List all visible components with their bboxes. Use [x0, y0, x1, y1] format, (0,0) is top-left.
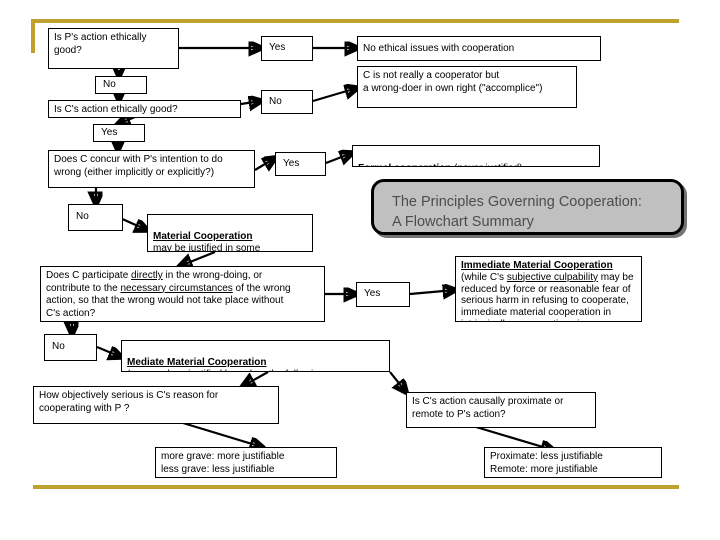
answer-yes-3: Yes	[275, 152, 326, 176]
mediate-qualifier: (more or less justified based on the fol…	[127, 369, 324, 371]
formal-cooperation-qualifier: (never justified)	[451, 163, 522, 167]
participate-necessary-circumstances: necessary circumstances	[120, 282, 233, 294]
flowchart-slide: Is P's action ethically good? Yes No eth…	[0, 0, 720, 540]
frame-rule-left	[31, 19, 35, 53]
outcome-immediate-material-cooperation: Immediate Material Cooperation (while C's…	[455, 256, 642, 322]
question-concur: Does C concur with P's intention to do w…	[48, 150, 255, 188]
question-proximate: Is C's action causally proximate or remo…	[406, 392, 596, 428]
question-seriousness: How objectively serious is C's reason fo…	[33, 386, 279, 424]
answer-no-1: No	[95, 76, 147, 94]
mediate-term: Mediate Material Cooperation	[127, 356, 267, 368]
answer-yes-1-label: Yes	[269, 42, 286, 54]
material-cooperation-term: Material Cooperation	[153, 230, 253, 242]
participate-part1: Does C participate	[46, 270, 132, 281]
answer-yes-1: Yes	[261, 36, 313, 61]
answer-gravity: more grave: more justifiable less grave:…	[155, 447, 337, 478]
outcome-mediate-material-cooperation: Mediate Material Cooperation(more or les…	[121, 340, 390, 372]
outcome-no-ethical-issues: No ethical issues with cooperation	[357, 36, 601, 61]
outcome-accomplice: C is not really a cooperator but a wrong…	[357, 66, 577, 108]
answer-yes-2: Yes	[93, 124, 145, 142]
answer-no-4: No	[44, 334, 97, 361]
answer-yes-3-label: Yes	[283, 157, 300, 169]
frame-rule-bottom	[33, 485, 679, 489]
answer-yes-2-label: Yes	[101, 126, 118, 138]
answer-no-3-label: No	[76, 211, 89, 223]
frame-rule-top	[31, 19, 679, 23]
answer-no-2: No	[261, 90, 313, 114]
participate-directly: directly	[131, 270, 163, 281]
outcome-formal-cooperation: Formal cooperation (never justified)	[352, 145, 600, 167]
answer-yes-4: Yes	[356, 282, 410, 307]
answer-no-1-label: No	[103, 78, 116, 90]
immediate-subjective-culpability: subjective culpability	[506, 271, 598, 283]
outcome-material-cooperation: Material Cooperation may be justified in …	[147, 214, 313, 252]
material-cooperation-line2: be justified in some	[171, 243, 261, 252]
immediate-part1: (while C's	[461, 271, 507, 283]
answer-proximity: Proximate: less justifiable Remote: more…	[484, 447, 662, 478]
answer-yes-4-label: Yes	[364, 288, 381, 300]
formal-cooperation-term: Formal cooperation	[358, 163, 451, 167]
answer-no-4-label: No	[52, 341, 65, 353]
question-p-action: Is P's action ethically good?	[48, 28, 179, 69]
question-participate: Does C participate directly in the wrong…	[40, 266, 325, 322]
answer-no-2-label: No	[269, 95, 282, 107]
material-cooperation-may: may	[153, 243, 172, 252]
question-c-action: Is C's action ethically good?	[48, 100, 241, 118]
immediate-term: Immediate Material Cooperation	[461, 260, 613, 271]
page-title: The Principles Governing Cooperation: A …	[371, 179, 684, 235]
answer-no-3: No	[68, 204, 123, 231]
